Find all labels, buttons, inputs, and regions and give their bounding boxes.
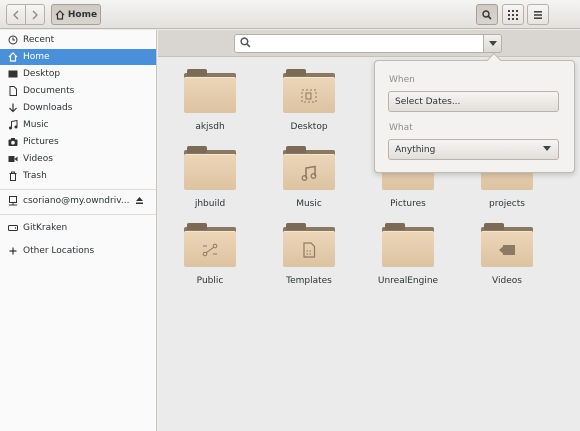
file-name: Public — [196, 276, 224, 286]
file-item[interactable]: jhbuild — [163, 146, 253, 216]
menu-icon — [534, 10, 542, 19]
sidebar-item-label: Videos — [23, 154, 53, 164]
file-name: Desktop — [290, 122, 328, 132]
file-item[interactable]: Public — [163, 223, 253, 293]
sidebar-item-label: Downloads — [23, 103, 73, 113]
chevron-down-icon — [488, 41, 497, 46]
view-toggle-button[interactable] — [502, 4, 524, 25]
menu-button[interactable] — [527, 4, 549, 25]
folder-icon — [184, 146, 236, 190]
search-input[interactable] — [234, 34, 484, 53]
what-type-select[interactable]: Anything — [388, 139, 559, 160]
public-folder-icon — [184, 223, 236, 267]
sidebar-item-label: Other Locations — [23, 246, 95, 256]
eject-icon[interactable] — [135, 196, 144, 207]
sidebar-item-downloads[interactable]: Downloads — [0, 100, 156, 116]
path-bar-home[interactable]: Home — [51, 4, 101, 25]
sidebar-item-trash[interactable]: Trash — [0, 168, 156, 184]
go-previous-icon — [13, 10, 19, 19]
file-name: Videos — [492, 276, 522, 286]
sidebar-item-label: GitKraken — [23, 223, 68, 233]
file-item[interactable]: Music — [262, 146, 352, 216]
sidebar-separator — [0, 189, 156, 190]
sidebar-item-gitkraken[interactable]: GitKraken — [0, 220, 156, 236]
sidebar-item-label: Music — [23, 120, 49, 130]
sidebar-item-desktop[interactable]: Desktop — [0, 66, 156, 82]
sidebar-item-other-locations[interactable]: Other Locations — [0, 243, 156, 259]
folder-icon — [382, 223, 434, 267]
templates-folder-icon — [283, 223, 335, 267]
file-item[interactable]: akjsdh — [163, 69, 253, 139]
sidebar: Recent Home Desktop Documents Downloads … — [0, 30, 157, 431]
music-folder-icon — [283, 146, 335, 190]
sidebar-item-label: Pictures — [23, 137, 59, 147]
what-type-value: Anything — [395, 144, 436, 155]
sidebar-item-label: csoriano@my.owndriv... — [23, 196, 130, 206]
search-filter-popover: When Select Dates... What Anything — [374, 52, 575, 173]
sidebar-item-home[interactable]: Home — [0, 49, 156, 65]
file-name: akjsdh — [195, 122, 225, 132]
sidebar-item-network-mount[interactable]: csoriano@my.owndriv... — [0, 193, 156, 209]
file-name: Music — [296, 199, 322, 209]
download-icon — [7, 102, 19, 114]
search-icon — [482, 9, 492, 20]
desktop-folder-icon — [283, 69, 335, 113]
drive-icon — [7, 222, 19, 234]
search-bar — [158, 30, 580, 57]
chevron-down-icon — [543, 146, 551, 151]
search-filter-dropdown[interactable] — [483, 34, 502, 53]
file-name: Templates — [286, 276, 332, 286]
trash-icon — [7, 170, 19, 182]
document-icon — [7, 85, 19, 97]
file-name: jhbuild — [194, 199, 226, 209]
file-item[interactable]: Desktop — [262, 69, 352, 139]
sidebar-item-documents[interactable]: Documents — [0, 83, 156, 99]
clock-icon — [7, 34, 19, 46]
sidebar-item-videos[interactable]: Videos — [0, 151, 156, 167]
camera-icon — [7, 136, 19, 148]
desktop-icon — [7, 68, 19, 80]
plus-icon — [7, 245, 19, 257]
grid-view-icon — [508, 9, 518, 20]
network-drive-icon — [7, 195, 19, 207]
home-icon — [7, 51, 19, 63]
select-dates-button[interactable]: Select Dates... — [388, 91, 559, 112]
sidebar-item-label: Documents — [23, 86, 75, 96]
what-label: What — [389, 123, 413, 133]
music-icon — [7, 119, 19, 131]
forward-button[interactable] — [25, 4, 45, 25]
videos-folder-icon — [481, 223, 533, 267]
sidebar-item-label: Home — [23, 52, 50, 62]
sidebar-item-label: Desktop — [23, 69, 61, 79]
back-button[interactable] — [6, 4, 26, 25]
sidebar-item-label: Recent — [23, 35, 55, 45]
file-name: Pictures — [390, 199, 426, 209]
file-item[interactable]: Videos — [460, 223, 550, 293]
folder-icon — [184, 69, 236, 113]
search-button[interactable] — [476, 4, 498, 25]
sidebar-item-music[interactable]: Music — [0, 117, 156, 133]
sidebar-item-label: Trash — [23, 171, 47, 181]
go-next-icon — [32, 10, 38, 19]
file-name: projects — [489, 199, 525, 209]
header-bar: Home — [0, 0, 580, 29]
sidebar-separator — [0, 214, 156, 215]
file-item[interactable]: Templates — [262, 223, 352, 293]
path-label: Home — [67, 9, 98, 20]
search-icon — [240, 37, 251, 48]
sidebar-item-pictures[interactable]: Pictures — [0, 134, 156, 150]
select-dates-label: Select Dates... — [395, 96, 461, 107]
sidebar-item-recent[interactable]: Recent — [0, 32, 156, 48]
video-icon — [7, 153, 19, 165]
when-label: When — [389, 75, 415, 85]
home-icon — [55, 9, 65, 20]
file-name: UnrealEngine — [377, 276, 439, 286]
file-item[interactable]: UnrealEngine — [361, 223, 451, 293]
